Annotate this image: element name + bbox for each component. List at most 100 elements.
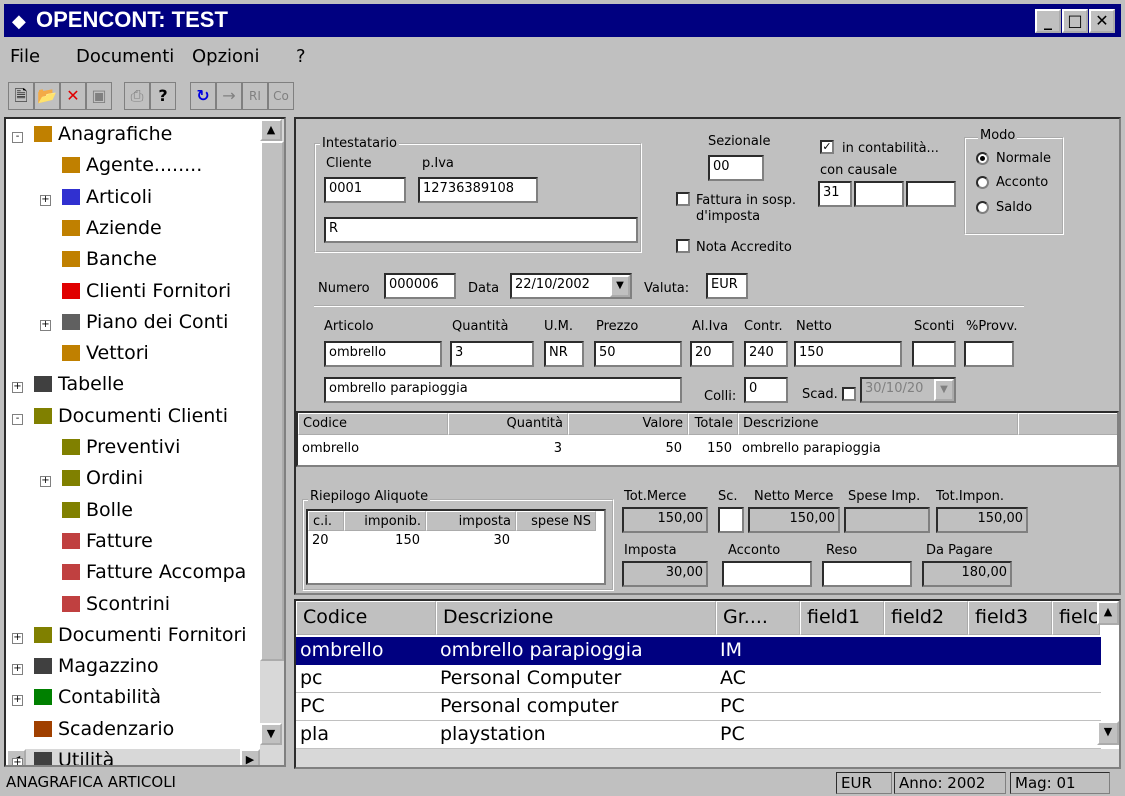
help-icon[interactable]: ?: [150, 82, 176, 110]
provv-input[interactable]: [964, 341, 1014, 367]
chevron-down-icon[interactable]: ▼: [610, 275, 630, 297]
table-row[interactable]: pla playstation PC: [296, 721, 1101, 749]
sc-input[interactable]: [718, 507, 744, 533]
menu-help[interactable]: ?: [296, 46, 306, 67]
scroll-thumb[interactable]: [260, 141, 284, 661]
tree-item[interactable]: Ordini: [62, 467, 143, 489]
grid-header[interactable]: Gr....: [716, 601, 800, 635]
valuta-input[interactable]: EUR: [706, 273, 748, 299]
modo-normale-radio[interactable]: [976, 152, 989, 165]
scad-checkbox[interactable]: [842, 387, 856, 401]
tree-item[interactable]: Documenti Fornitori: [34, 624, 247, 646]
contr-input[interactable]: 240: [744, 341, 788, 367]
scroll-up-icon[interactable]: ▲: [260, 119, 282, 141]
tree-item[interactable]: Clienti Fornitori: [62, 280, 231, 302]
new-icon[interactable]: 🗎: [8, 82, 34, 110]
tree-item[interactable]: Tabelle: [34, 373, 124, 395]
sconti-input[interactable]: [912, 341, 956, 367]
tree-expander-icon[interactable]: +: [40, 476, 51, 488]
scad-dropdown[interactable]: 30/10/20 ▼: [860, 377, 956, 403]
fattura-sosp-checkbox[interactable]: [676, 192, 690, 206]
tree-expander-icon[interactable]: -: [12, 413, 23, 425]
grid-header[interactable]: field3: [968, 601, 1052, 635]
table-row[interactable]: ombrello ombrello parapioggia IM: [296, 637, 1101, 665]
table-row[interactable]: PC Personal computer PC: [296, 693, 1101, 721]
modo-saldo-radio[interactable]: [976, 201, 989, 214]
grid-header[interactable]: Descrizione: [436, 601, 716, 635]
menu-file[interactable]: File: [10, 46, 40, 67]
grid-header[interactable]: Valore: [568, 413, 688, 435]
print-icon[interactable]: ⎙: [124, 82, 150, 110]
scroll-right-icon[interactable]: ▶: [240, 749, 260, 765]
tree-item[interactable]: Scadenzario: [34, 718, 174, 740]
tree-item[interactable]: Scontrini: [62, 593, 170, 615]
cliente-input[interactable]: 0001: [324, 177, 406, 203]
tree-expander-icon[interactable]: +: [12, 664, 23, 676]
open-icon[interactable]: 📂: [34, 82, 60, 110]
tree-item[interactable]: Utilità: [34, 749, 114, 765]
grid-header[interactable]: [1018, 413, 1117, 435]
tree-item[interactable]: Magazzino: [34, 655, 159, 677]
tree-item[interactable]: Vettori: [62, 342, 149, 364]
refresh-icon[interactable]: ↻: [190, 82, 216, 110]
scroll-up-icon[interactable]: ▲: [1097, 601, 1119, 625]
causale-input-1[interactable]: 31: [818, 181, 852, 207]
save-icon[interactable]: ▣: [86, 82, 112, 110]
data-dropdown[interactable]: 22/10/2002 ▼: [510, 273, 632, 299]
lookup-hscrollbar[interactable]: [296, 749, 1119, 767]
articolo-input[interactable]: ombrello: [324, 341, 442, 367]
grid-header[interactable]: Descrizione: [738, 413, 1018, 435]
delete-icon[interactable]: ✕: [60, 82, 86, 110]
numero-input[interactable]: 000006: [384, 273, 456, 299]
menu-documenti[interactable]: Documenti: [76, 46, 174, 67]
rl-icon[interactable]: RI: [242, 82, 268, 110]
tree-expander-icon[interactable]: -: [12, 132, 23, 143]
tree-expander-icon[interactable]: +: [40, 319, 51, 331]
causale-input-3[interactable]: [906, 181, 956, 207]
reso-input[interactable]: [822, 561, 912, 587]
intestatario-name-input[interactable]: R: [324, 217, 638, 243]
tree-item[interactable]: Bolle: [62, 499, 133, 521]
nota-accredito-checkbox[interactable]: [676, 239, 690, 253]
tree-item[interactable]: Anagrafiche: [34, 123, 172, 145]
grid-header[interactable]: Totale: [688, 413, 738, 435]
tree-expander-icon[interactable]: +: [12, 758, 23, 765]
scroll-down-icon[interactable]: ▼: [260, 723, 282, 745]
grid-header[interactable]: Codice: [296, 601, 436, 635]
tree-vscrollbar[interactable]: ▲ ▼: [260, 119, 284, 749]
minimize-button[interactable]: _: [1035, 9, 1061, 33]
grid-header[interactable]: Quantità: [448, 413, 568, 435]
menu-opzioni[interactable]: Opzioni: [192, 46, 259, 67]
tree-item[interactable]: Preventivi: [62, 436, 180, 458]
tree-expander-icon[interactable]: +: [12, 632, 23, 644]
tree-item[interactable]: Articoli: [62, 186, 152, 208]
prezzo-input[interactable]: 50: [594, 341, 682, 367]
co-icon[interactable]: Co: [268, 82, 294, 110]
maximize-button[interactable]: □: [1062, 9, 1088, 33]
tree-item[interactable]: Fatture Accompa: [62, 561, 246, 583]
tree-expander-icon[interactable]: +: [40, 194, 51, 206]
tree-item[interactable]: Aziende: [62, 217, 162, 239]
modo-acconto-radio[interactable]: [976, 176, 989, 189]
tree-expander-icon[interactable]: +: [12, 382, 23, 394]
close-button[interactable]: ✕: [1089, 9, 1115, 33]
tree-item[interactable]: Contabilità: [34, 686, 161, 708]
descrizione-input[interactable]: ombrello parapioggia: [324, 377, 682, 403]
grid-header[interactable]: fielc: [1052, 601, 1100, 635]
piva-input[interactable]: 12736389108: [418, 177, 538, 203]
arrow-right-icon[interactable]: →: [216, 82, 242, 110]
tree-item[interactable]: Piano dei Conti: [62, 311, 228, 333]
grid-header[interactable]: Codice: [298, 413, 448, 435]
tree-item[interactable]: Fatture: [62, 530, 153, 552]
quantita-input[interactable]: 3: [450, 341, 534, 367]
colli-input[interactable]: 0: [744, 377, 788, 403]
causale-input-2[interactable]: [854, 181, 904, 207]
tree-item[interactable]: Banche: [62, 248, 157, 270]
grid-header[interactable]: field1: [800, 601, 884, 635]
aliva-input[interactable]: 20: [690, 341, 734, 367]
scroll-down-icon[interactable]: ▼: [1097, 721, 1119, 745]
table-row[interactable]: pc Personal Computer AC: [296, 665, 1101, 693]
netto-input[interactable]: 150: [794, 341, 902, 367]
tree-expander-icon[interactable]: +: [12, 695, 23, 707]
sezionale-spinner[interactable]: 00: [708, 155, 764, 181]
